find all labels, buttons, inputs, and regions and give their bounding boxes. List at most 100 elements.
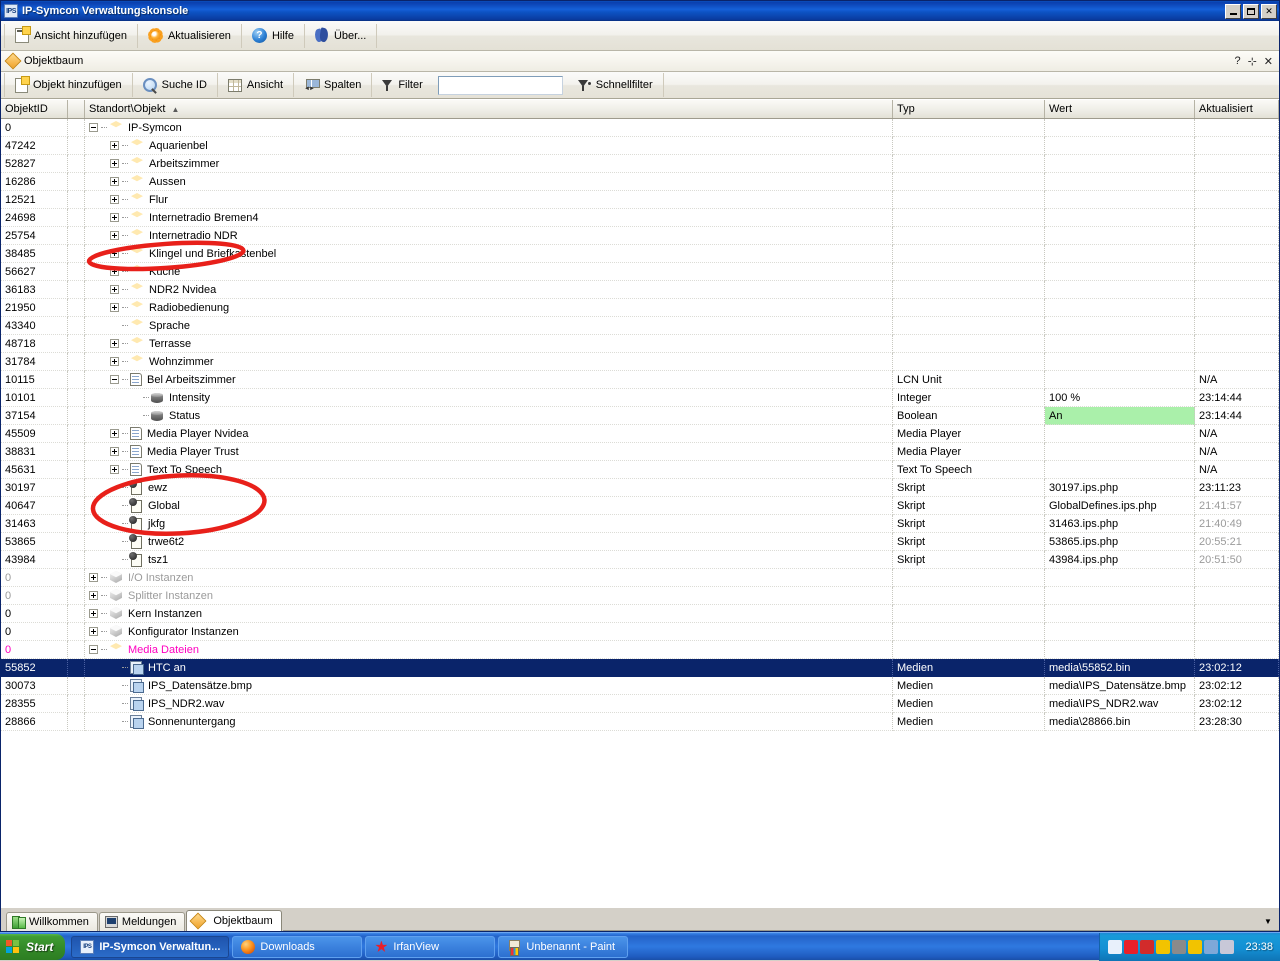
- taskbar-item-downloads[interactable]: Downloads: [232, 935, 363, 958]
- table-row[interactable]: 10101 Intensity Integer 100 % 23:14:44: [1, 389, 1279, 407]
- cell-tree-label[interactable]: Radiobedienung: [85, 299, 893, 317]
- avira-tray-icon[interactable]: [1124, 939, 1139, 954]
- tree-expand-icon[interactable]: [110, 447, 119, 456]
- tree-expand-icon[interactable]: [110, 177, 119, 186]
- cell-tree-label[interactable]: Text To Speech: [85, 461, 893, 479]
- add-object-button[interactable]: Objekt hinzufügen: [6, 72, 131, 98]
- tree-expand-icon[interactable]: [110, 339, 119, 348]
- table-row[interactable]: 30197 ewz Skript 30197.ips.php 23:11:23: [1, 479, 1279, 497]
- table-row[interactable]: 47242 Aquarienbel: [1, 137, 1279, 155]
- column-header-typ[interactable]: Typ: [893, 100, 1045, 118]
- cell-tree-label[interactable]: ewz: [85, 479, 893, 497]
- tab-meldungen[interactable]: Meldungen: [98, 912, 186, 931]
- table-row[interactable]: 38485 Klingel und Briefkastenbel: [1, 245, 1279, 263]
- cell-tree-label[interactable]: HTC an: [85, 659, 893, 677]
- table-row[interactable]: 21950 Radiobedienung: [1, 299, 1279, 317]
- cell-tree-label[interactable]: Media Player Trust: [85, 443, 893, 461]
- table-row[interactable]: 38831 Media Player Trust Media Player N/A: [1, 443, 1279, 461]
- bank-tray-icon[interactable]: [1188, 939, 1203, 954]
- cell-tree-label[interactable]: Aquarienbel: [85, 137, 893, 155]
- cell-tree-label[interactable]: Kern Instanzen: [85, 605, 893, 623]
- column-header-spacer[interactable]: [68, 100, 85, 118]
- grid-body[interactable]: 0 IP-Symcon 47242 Aquarienbel 52827 Arbeitszi…: [1, 119, 1279, 731]
- column-header-tree[interactable]: Standort\Objekt ▲: [85, 100, 893, 118]
- tree-expand-icon[interactable]: [110, 231, 119, 240]
- tree-expand-icon[interactable]: [89, 591, 98, 600]
- cell-tree-label[interactable]: Media Dateien: [85, 641, 893, 659]
- cell-tree-label[interactable]: jkfg: [85, 515, 893, 533]
- table-row[interactable]: 55852 HTC an Medien media\55852.bin 23:02:12: [1, 659, 1279, 677]
- tab-willkommen[interactable]: Willkommen: [6, 912, 98, 931]
- tree-expand-icon[interactable]: [110, 303, 119, 312]
- cell-tree-label[interactable]: Status: [85, 407, 893, 425]
- cell-tree-label[interactable]: Arbeitszimmer: [85, 155, 893, 173]
- tree-expand-icon[interactable]: [110, 357, 119, 366]
- security-shield-yellow-icon[interactable]: [1156, 939, 1171, 954]
- tree-expand-icon[interactable]: [110, 285, 119, 294]
- view-button[interactable]: Ansicht: [219, 72, 292, 98]
- tree-collapse-icon[interactable]: [110, 375, 119, 384]
- table-row[interactable]: 40647 Global Skript GlobalDefines.ips.php 21…: [1, 497, 1279, 515]
- table-row[interactable]: 0 Splitter Instanzen: [1, 587, 1279, 605]
- table-row[interactable]: 45631 Text To Speech Text To Speech N/A: [1, 461, 1279, 479]
- columns-button[interactable]: Spalten: [295, 72, 370, 98]
- network-tray-icon[interactable]: [1204, 939, 1219, 954]
- taskbar-item-ip-symcon[interactable]: IPS IP-Symcon Verwaltun...: [71, 935, 230, 958]
- disc-tray-icon[interactable]: [1172, 939, 1187, 954]
- cell-tree-label[interactable]: trwe6t2: [85, 533, 893, 551]
- table-row[interactable]: 43984 tsz1 Skript 43984.ips.php 20:51:50: [1, 551, 1279, 569]
- cell-tree-label[interactable]: Splitter Instanzen: [85, 587, 893, 605]
- table-row[interactable]: 43340 Sprache: [1, 317, 1279, 335]
- table-row[interactable]: 16286 Aussen: [1, 173, 1279, 191]
- quick-filter-button[interactable]: Schnellfilter: [569, 72, 662, 98]
- cell-tree-label[interactable]: Terrasse: [85, 335, 893, 353]
- taskbar-item-irfanview[interactable]: IrfanView: [365, 935, 496, 958]
- table-row[interactable]: 0 I/O Instanzen: [1, 569, 1279, 587]
- cell-tree-label[interactable]: IPS_NDR2.wav: [85, 695, 893, 713]
- tree-expand-icon[interactable]: [110, 249, 119, 258]
- table-row[interactable]: 28866 Sonnenuntergang Medien media\28866.bi…: [1, 713, 1279, 731]
- table-row[interactable]: 24698 Internetradio Bremen4: [1, 209, 1279, 227]
- tab-objektbaum[interactable]: Objektbaum: [186, 910, 282, 931]
- table-row[interactable]: 12521 Flur: [1, 191, 1279, 209]
- cell-tree-label[interactable]: Internetradio Bremen4: [85, 209, 893, 227]
- tree-expand-icon[interactable]: [89, 609, 98, 618]
- cell-tree-label[interactable]: Küche: [85, 263, 893, 281]
- cell-tree-label[interactable]: Klingel und Briefkastenbel: [85, 245, 893, 263]
- tree-collapse-icon[interactable]: [89, 123, 98, 132]
- panel-pin-button[interactable]: ⊹: [1248, 55, 1257, 68]
- tree-expand-icon[interactable]: [110, 429, 119, 438]
- close-button[interactable]: ✕: [1261, 3, 1277, 19]
- panel-close-button[interactable]: ✕: [1264, 55, 1273, 68]
- table-row[interactable]: 53865 trwe6t2 Skript 53865.ips.php 20:55:21: [1, 533, 1279, 551]
- cell-tree-label[interactable]: I/O Instanzen: [85, 569, 893, 587]
- table-row[interactable]: 25754 Internetradio NDR: [1, 227, 1279, 245]
- tree-expand-icon[interactable]: [110, 159, 119, 168]
- table-row[interactable]: 31784 Wohnzimmer: [1, 353, 1279, 371]
- cell-tree-label[interactable]: Global: [85, 497, 893, 515]
- table-row[interactable]: 36183 NDR2 Nvidea: [1, 281, 1279, 299]
- cell-tree-label[interactable]: tsz1: [85, 551, 893, 569]
- cell-tree-label[interactable]: Konfigurator Instanzen: [85, 623, 893, 641]
- tree-expand-icon[interactable]: [89, 573, 98, 582]
- start-button[interactable]: Start: [0, 933, 66, 960]
- tray-clock[interactable]: 23:38: [1245, 941, 1273, 953]
- table-row[interactable]: 56627 Küche: [1, 263, 1279, 281]
- filter-button[interactable]: Filter: [373, 72, 431, 98]
- refresh-button[interactable]: Aktualisieren: [139, 22, 240, 50]
- cell-tree-label[interactable]: NDR2 Nvidea: [85, 281, 893, 299]
- tree-expand-icon[interactable]: [110, 465, 119, 474]
- minimize-button[interactable]: [1225, 3, 1241, 19]
- cell-tree-label[interactable]: Bel Arbeitszimmer: [85, 371, 893, 389]
- cell-tree-label[interactable]: Media Player Nvidea: [85, 425, 893, 443]
- volume-tray-icon[interactable]: [1220, 939, 1235, 954]
- table-row[interactable]: 0 Kern Instanzen: [1, 605, 1279, 623]
- cell-tree-label[interactable]: Intensity: [85, 389, 893, 407]
- cell-tree-label[interactable]: Wohnzimmer: [85, 353, 893, 371]
- filter-input[interactable]: [437, 75, 563, 95]
- cell-tree-label[interactable]: Internetradio NDR: [85, 227, 893, 245]
- tree-expand-icon[interactable]: [89, 627, 98, 636]
- system-tray[interactable]: 23:38: [1099, 932, 1280, 961]
- maximize-button[interactable]: [1243, 3, 1259, 19]
- add-view-button[interactable]: Ansicht hinzufügen: [6, 22, 136, 50]
